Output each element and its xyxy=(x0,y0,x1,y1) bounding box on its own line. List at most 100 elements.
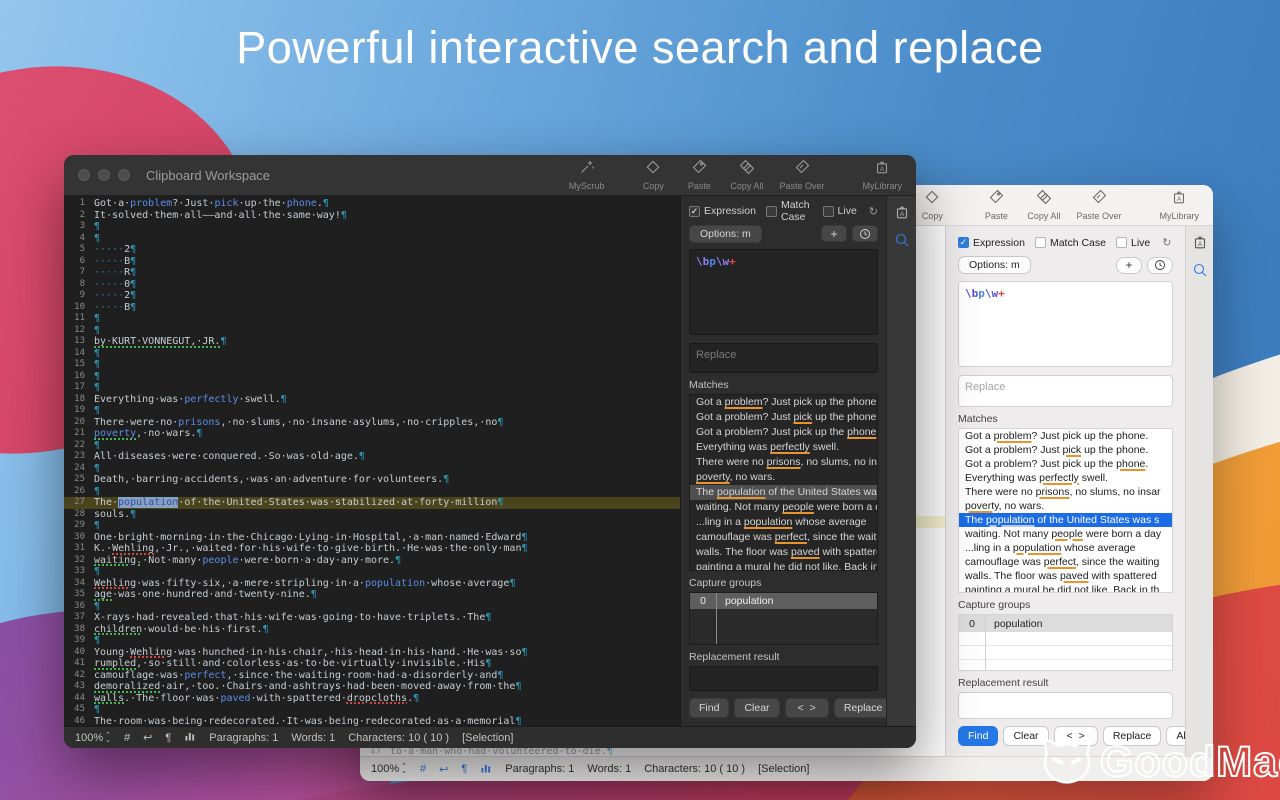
match-row[interactable]: The population of the United States was … xyxy=(959,513,1172,527)
refresh-icon[interactable]: ↻ xyxy=(1162,236,1171,249)
clear-button[interactable]: Clear xyxy=(734,698,779,718)
invisibles-toggle[interactable]: ¶ xyxy=(165,732,171,744)
text-transform-icon[interactable]: A xyxy=(894,204,910,220)
live-checkbox[interactable]: ✓ xyxy=(1116,237,1127,248)
matches-label: Matches xyxy=(958,413,1173,425)
match-post: with spattered xyxy=(1089,570,1157,582)
zoom-stepper-icon: ⌃⌄ xyxy=(105,733,111,743)
replace-button[interactable]: Replace xyxy=(834,698,893,718)
options-button[interactable]: Options: m xyxy=(958,256,1031,274)
match-row[interactable]: Everything was perfectly swell. xyxy=(959,471,1172,485)
close-button[interactable] xyxy=(78,169,90,181)
match-row[interactable]: Got a problem? Just pick up the phone. xyxy=(959,457,1172,471)
minimize-button[interactable] xyxy=(98,169,110,181)
capture-group-row[interactable]: 0population xyxy=(959,615,1172,632)
line-number: 14 xyxy=(64,348,94,360)
statistics-toggle[interactable] xyxy=(184,730,196,745)
match-row[interactable]: camouflage was perfect, since the waitin… xyxy=(690,530,877,545)
search-pattern-field[interactable]: \bp\w+ xyxy=(958,281,1173,367)
matches-list[interactable]: Got a problem? Just pick up the phone.Go… xyxy=(958,428,1173,594)
match-row[interactable]: painting a mural he did not like. Back i… xyxy=(959,583,1172,594)
replacement-result-label: Replacement result xyxy=(958,677,1173,689)
live-checkbox[interactable]: ✓ xyxy=(823,206,834,217)
toolbar-item-copy[interactable]: Copy xyxy=(917,189,947,221)
toolbar-item-paste-over[interactable]: Paste Over xyxy=(779,159,824,191)
match-row[interactable]: Got a problem? Just pick up the phone. xyxy=(690,425,877,440)
soft-wrap-toggle[interactable]: ↩ xyxy=(439,763,448,776)
matches-list[interactable]: Got a problem? Just pick up the phone.Go… xyxy=(689,394,878,571)
refresh-icon[interactable]: ↻ xyxy=(869,205,878,218)
replacement-result-field[interactable] xyxy=(689,666,878,691)
add-pattern-button[interactable]: + xyxy=(1116,257,1142,274)
search-icon[interactable] xyxy=(894,232,910,248)
options-button[interactable]: Options: m xyxy=(689,225,762,243)
zoom-window-button[interactable] xyxy=(118,169,130,181)
match-row[interactable]: ...ling in a population whose average xyxy=(959,541,1172,555)
replacement-result-label: Replacement result xyxy=(689,651,878,663)
line-number: 44 xyxy=(64,693,94,705)
toolbar-item-copy-all[interactable]: Copy All xyxy=(1027,189,1060,221)
editor-line: 27The·population·of·the·United·States·wa… xyxy=(64,497,680,509)
match-row[interactable]: waiting. Not many people were born a day xyxy=(690,500,877,515)
match-word: phone xyxy=(847,426,876,438)
match-row[interactable]: ...ling in a population whose average xyxy=(690,515,877,530)
toolbar-item-paste[interactable]: Paste xyxy=(684,159,714,191)
text-transform-icon[interactable]: A xyxy=(1192,234,1208,250)
toolbar-item-copy[interactable]: Copy xyxy=(638,159,668,191)
editor-dark[interactable]: 1Got·a·problem?·Just·pick·up·the·phone.¶… xyxy=(64,196,680,726)
match-case-checkbox[interactable]: ✓ xyxy=(766,206,777,217)
match-row[interactable]: poverty, no wars. xyxy=(690,470,877,485)
find-button[interactable]: Find xyxy=(689,698,729,718)
add-pattern-button[interactable]: + xyxy=(821,225,847,242)
editor-line: 35age·was·one·hundred·and·twenty-nine.¶ xyxy=(64,589,680,601)
replace-field[interactable]: Replace xyxy=(689,343,878,373)
statistics-toggle[interactable] xyxy=(480,762,492,777)
toolbar-item-myscrub[interactable]: MyScrub xyxy=(569,159,605,191)
match-row[interactable]: There were no prisons, no slums, no insa… xyxy=(959,485,1172,499)
match-row[interactable]: camouflage was perfect, since the waitin… xyxy=(959,555,1172,569)
soft-wrap-toggle[interactable]: ↩ xyxy=(143,731,152,744)
match-row[interactable]: Got a problem? Just pick up the phone. xyxy=(690,395,877,410)
expression-checkbox[interactable]: ✓ xyxy=(689,206,700,217)
history-button[interactable] xyxy=(852,225,878,242)
line-number-toggle[interactable]: # xyxy=(124,732,130,744)
replace-field[interactable]: Replace xyxy=(958,375,1173,406)
toolbar-item-paste-over[interactable]: Paste Over xyxy=(1076,189,1121,221)
window-controls[interactable] xyxy=(64,169,130,181)
prev-next-buttons[interactable]: <> xyxy=(785,698,829,718)
regex-token: p xyxy=(709,255,716,268)
match-row[interactable]: walls. The floor was paved with spattere… xyxy=(690,545,877,560)
window-dark: Clipboard Workspace MyScrubCopyPasteCopy… xyxy=(64,155,916,748)
find-button[interactable]: Find xyxy=(958,726,998,746)
zoom-control[interactable]: 100%⌃⌄ xyxy=(371,763,407,775)
match-row[interactable]: Got a problem? Just pick up the phone. xyxy=(690,410,877,425)
search-pattern-field[interactable]: \bp\w+ xyxy=(689,249,878,335)
match-row[interactable]: waiting. Not many people were born a day xyxy=(959,527,1172,541)
invisibles-toggle[interactable]: ¶ xyxy=(461,763,467,775)
toolbar-item-copy-all[interactable]: Copy All xyxy=(730,159,763,191)
toolbar-item-mylibrary[interactable]: AMyLibrary xyxy=(1159,189,1199,221)
match-row[interactable]: There were no prisons, no slums, no insa… xyxy=(690,455,877,470)
replacement-result-field[interactable] xyxy=(958,692,1173,719)
match-row[interactable]: The population of the United States was … xyxy=(690,485,877,500)
match-row[interactable]: poverty, no wars. xyxy=(959,499,1172,513)
match-pre: Everything was xyxy=(965,472,1039,484)
match-row[interactable]: Everything was perfectly swell. xyxy=(690,440,877,455)
line-text: ·····B¶ xyxy=(94,256,136,268)
match-row[interactable]: walls. The floor was paved with spattere… xyxy=(959,569,1172,583)
match-pre: The xyxy=(696,486,717,498)
capture-group-row[interactable]: 0population xyxy=(690,593,877,609)
search-icon[interactable] xyxy=(1192,262,1208,278)
match-row[interactable]: painting a mural he did not like. Back i… xyxy=(690,560,877,571)
history-button[interactable] xyxy=(1147,257,1173,274)
match-case-checkbox[interactable]: ✓ xyxy=(1035,237,1046,248)
match-row[interactable]: Got a problem? Just pick up the phone. xyxy=(959,443,1172,457)
capture-group-index: 0 xyxy=(690,595,716,607)
expression-checkbox[interactable]: ✓ xyxy=(958,237,969,248)
toolbar-item-paste[interactable]: Paste xyxy=(981,189,1011,221)
toolbar-item-mylibrary[interactable]: AMyLibrary xyxy=(862,159,902,191)
line-number-toggle[interactable]: # xyxy=(420,763,426,775)
zoom-control[interactable]: 100%⌃⌄ xyxy=(75,732,111,744)
match-row[interactable]: Got a problem? Just pick up the phone. xyxy=(959,429,1172,443)
line-number: 12 xyxy=(64,325,94,337)
